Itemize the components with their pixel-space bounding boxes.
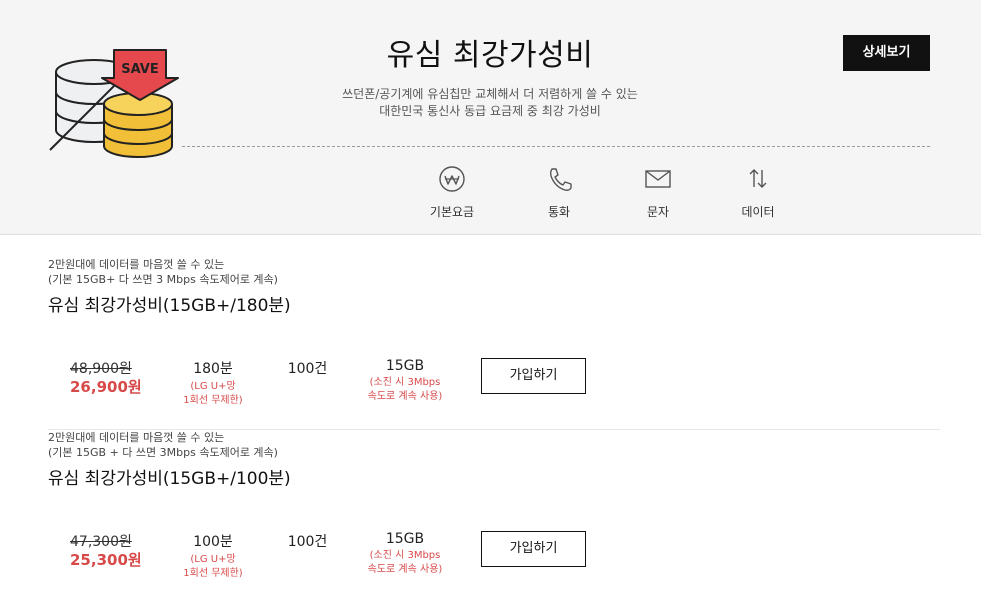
data-column: 15GB (소진 시 3Mbps 속도로 계속 사용) bbox=[350, 531, 460, 577]
feature-label: 데이터 bbox=[741, 205, 775, 219]
data-note-line1: (소진 시 3Mbps bbox=[369, 377, 441, 388]
plan-card: 2만원대에 데이터를 마음껏 쓸 수 있는 (기본 15GB + 다 쓰면 3M… bbox=[48, 430, 940, 589]
data-amount: 15GB bbox=[385, 358, 425, 374]
original-price: 47,300원 bbox=[70, 534, 132, 550]
save-badge-text: SAVE bbox=[121, 62, 158, 77]
feature-icons: 기본요금 통화 문자 데이터 bbox=[402, 165, 802, 225]
call-column: 180분 (LG U+망 1회선 무제한) bbox=[168, 358, 258, 408]
sale-price: 25,300원 bbox=[70, 551, 142, 569]
plan-name: 유심 최강가성비(15GB+/180분) bbox=[48, 296, 291, 316]
plan-description: 2만원대에 데이터를 마음껏 쓸 수 있는 (기본 15GB + 다 쓰면 3M… bbox=[48, 430, 278, 460]
plan-desc-line2: (기본 15GB+ 다 쓰면 3 Mbps 속도제어로 계속) bbox=[48, 273, 278, 286]
sms-count: 100건 bbox=[287, 534, 328, 550]
data-note-line2: 속도로 계속 사용) bbox=[367, 564, 443, 575]
call-column: 100분 (LG U+망 1회선 무제한) bbox=[168, 531, 258, 581]
data-amount: 15GB bbox=[385, 531, 425, 547]
plan-description: 2만원대에 데이터를 마음껏 쓸 수 있는 (기본 15GB+ 다 쓰면 3 M… bbox=[48, 257, 278, 287]
feature-label: 통화 bbox=[547, 205, 571, 219]
hero-desc-line2: 대한민국 통신사 동급 요금제 중 최강 가성비 bbox=[379, 104, 601, 118]
plan-desc-line1: 2만원대에 데이터를 마음껏 쓸 수 있는 bbox=[48, 431, 225, 444]
feature-base-fee: 기본요금 bbox=[402, 165, 502, 220]
call-note-line1: (LG U+망 bbox=[190, 381, 236, 392]
call-note-line2: 1회선 무제한) bbox=[183, 568, 243, 579]
feature-label: 기본요금 bbox=[429, 205, 475, 219]
call-note-line2: 1회선 무제한) bbox=[183, 395, 243, 406]
envelope-icon bbox=[645, 170, 671, 188]
data-arrows-icon bbox=[749, 169, 767, 188]
feature-label: 문자 bbox=[646, 205, 670, 219]
hero-desc-line1: 쓰던폰/공기계에 유심칩만 교체해서 더 저렴하게 쓸 수 있는 bbox=[342, 87, 638, 101]
plan-name: 유심 최강가성비(15GB+/100분) bbox=[48, 469, 291, 489]
call-minutes: 100분 bbox=[193, 534, 233, 550]
join-button[interactable]: 가입하기 bbox=[481, 358, 586, 394]
hero-banner: SAVE 유심 최강가성비 쓰던폰/공기계에 유심칩만 교체해서 더 저렴하게 … bbox=[0, 0, 981, 235]
original-price: 48,900원 bbox=[70, 361, 132, 377]
plan-desc-line2: (기본 15GB + 다 쓰면 3Mbps 속도제어로 계속) bbox=[48, 446, 278, 459]
data-column: 15GB (소진 시 3Mbps 속도로 계속 사용) bbox=[350, 358, 460, 404]
feature-data: 데이터 bbox=[708, 165, 808, 220]
won-coin-icon bbox=[439, 166, 465, 192]
data-note-line1: (소진 시 3Mbps bbox=[369, 550, 441, 561]
page-title: 유심 최강가성비 bbox=[386, 38, 594, 73]
plan-card: 2만원대에 데이터를 마음껏 쓸 수 있는 (기본 15GB+ 다 쓰면 3 M… bbox=[48, 257, 940, 430]
sale-price: 26,900원 bbox=[70, 378, 142, 396]
plan-desc-line1: 2만원대에 데이터를 마음껏 쓸 수 있는 bbox=[48, 258, 225, 271]
call-minutes: 180분 bbox=[193, 361, 233, 377]
feature-call: 통화 bbox=[509, 165, 609, 220]
hero-description: 쓰던폰/공기계에 유심칩만 교체해서 더 저렴하게 쓸 수 있는 대한민국 통신… bbox=[250, 86, 730, 120]
sms-count: 100건 bbox=[287, 361, 328, 377]
join-button[interactable]: 가입하기 bbox=[481, 531, 586, 567]
feature-sms: 문자 bbox=[608, 165, 708, 220]
sms-column: 100건 bbox=[270, 358, 345, 378]
save-coins-illustration: SAVE bbox=[49, 49, 179, 158]
sms-column: 100건 bbox=[270, 531, 345, 551]
hero-divider bbox=[182, 146, 930, 147]
call-note-line1: (LG U+망 bbox=[190, 554, 236, 565]
detail-button[interactable]: 상세보기 bbox=[843, 35, 930, 71]
phone-icon bbox=[549, 168, 572, 191]
data-note-line2: 속도로 계속 사용) bbox=[367, 391, 443, 402]
